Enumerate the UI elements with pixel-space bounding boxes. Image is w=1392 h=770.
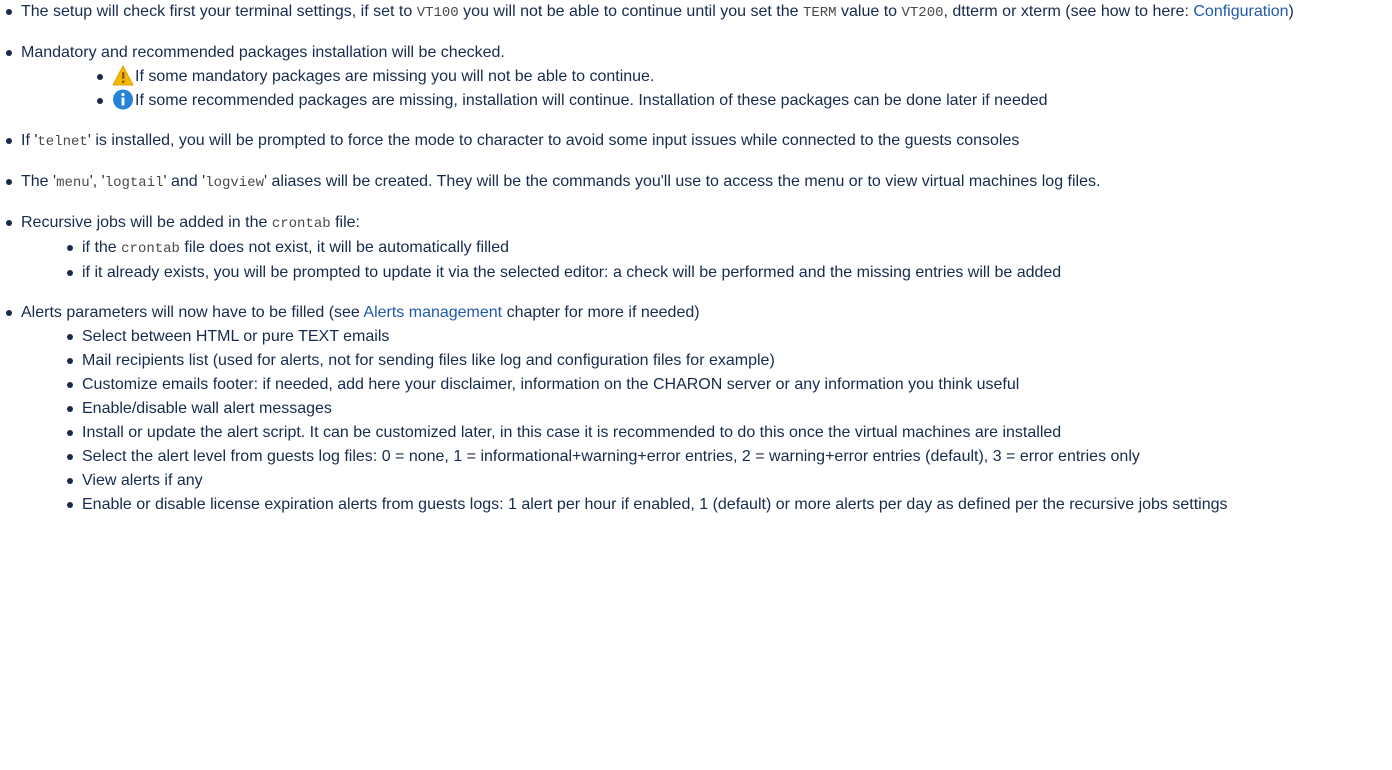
- list-item-alert-option: Select between HTML or pure TEXT emails: [61, 325, 1352, 349]
- text: The setup will check first your terminal…: [21, 3, 417, 20]
- list-item-telnet: If 'telnet' is installed, you will be pr…: [0, 129, 1392, 154]
- text: The ': [21, 173, 57, 190]
- list-item-alert-option: View alerts if any: [61, 469, 1352, 493]
- document-body: The setup will check first your terminal…: [0, 0, 1392, 517]
- text: ' and ': [163, 173, 206, 190]
- text: you will not be able to continue until y…: [458, 3, 803, 20]
- list-item-warning: If some mandatory packages are missing y…: [91, 65, 1352, 89]
- text: value to: [836, 3, 902, 20]
- crontab-sublist: if the crontab file does not exist, it w…: [61, 236, 1352, 285]
- text: ): [1288, 3, 1294, 20]
- code-telnet: telnet: [37, 134, 88, 150]
- text: If ': [21, 132, 38, 149]
- info-icon: [113, 89, 133, 110]
- code-vt100: VT100: [416, 5, 459, 21]
- text: if it already exists, you will be prompt…: [82, 264, 1062, 281]
- list-item-terminal: The setup will check first your terminal…: [0, 0, 1392, 25]
- code-logview: logview: [205, 175, 265, 191]
- alerts-sublist: Select between HTML or pure TEXT emails …: [61, 325, 1352, 517]
- packages-sublist: If some mandatory packages are missing y…: [91, 65, 1352, 113]
- text: if the: [82, 239, 122, 256]
- list-item-aliases: The 'menu', 'logtail' and 'logview' alia…: [0, 170, 1392, 195]
- text: ', ': [89, 173, 105, 190]
- text: , dtterm or xterm (see how to here:: [943, 3, 1194, 20]
- code-term: TERM: [802, 5, 837, 21]
- code-menu: menu: [56, 175, 90, 191]
- list-item-crontab-new: if the crontab file does not exist, it w…: [61, 236, 1352, 261]
- list-item-alert-option: Enable or disable license expiration ale…: [61, 493, 1352, 517]
- list-item-alert-option: Install or update the alert script. It c…: [61, 421, 1352, 445]
- list-item-alert-option: Customize emails footer: if needed, add …: [61, 373, 1352, 397]
- list-item-alert-option: Mail recipients list (used for alerts, n…: [61, 349, 1352, 373]
- code-crontab: crontab: [121, 241, 180, 257]
- text: If some recommended packages are missing…: [135, 92, 1048, 109]
- list-item-alert-option: Select the alert level from guests log f…: [61, 445, 1352, 469]
- warning-icon: [112, 65, 134, 86]
- text: If some mandatory packages are missing y…: [135, 68, 655, 85]
- text: Recursive jobs will be added in the: [21, 214, 272, 231]
- list-item-crontab: Recursive jobs will be added in the cron…: [0, 211, 1392, 285]
- text: file:: [330, 214, 360, 231]
- list-item-alert-option: Enable/disable wall alert messages: [61, 397, 1352, 421]
- code-crontab: crontab: [271, 216, 331, 232]
- code-logtail: logtail: [104, 175, 164, 191]
- text: Alerts parameters will now have to be fi…: [21, 304, 364, 321]
- list-item-packages: Mandatory and recommended packages insta…: [0, 41, 1392, 113]
- list-item-alerts: Alerts parameters will now have to be fi…: [0, 301, 1392, 517]
- list-item-crontab-existing: if it already exists, you will be prompt…: [61, 261, 1352, 285]
- configuration-link[interactable]: Configuration: [1193, 3, 1288, 20]
- text: chapter for more if needed): [502, 304, 700, 321]
- text: ' is installed, you will be prompted to …: [87, 132, 1020, 149]
- text: Mandatory and recommended packages insta…: [21, 44, 505, 61]
- text: ' aliases will be created. They will be …: [264, 173, 1101, 190]
- alerts-management-link[interactable]: Alerts management: [363, 304, 502, 321]
- code-vt200: VT200: [901, 5, 944, 21]
- text: file does not exist, it will be automati…: [179, 239, 509, 256]
- list-item-info: If some recommended packages are missing…: [91, 89, 1352, 113]
